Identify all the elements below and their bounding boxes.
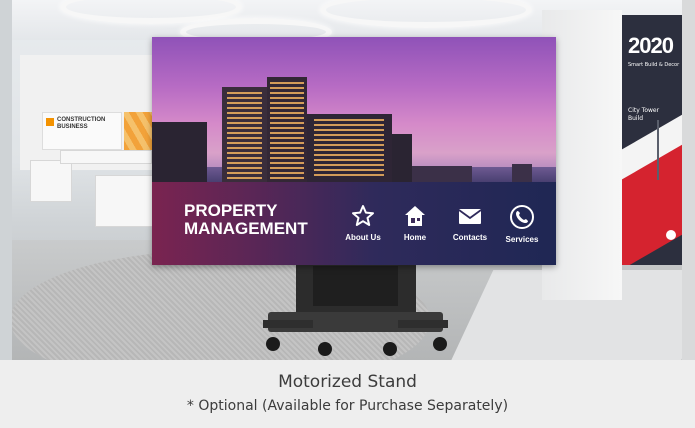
banner-city-line2: Build xyxy=(628,115,644,122)
building-windows xyxy=(227,92,262,180)
caption-subtitle: * Optional (Available for Purchase Separ… xyxy=(186,398,509,414)
desk xyxy=(60,150,152,164)
nav-label: Home xyxy=(403,233,427,242)
nav-item-services[interactable]: Services xyxy=(494,204,550,244)
desk xyxy=(30,160,72,202)
building xyxy=(412,166,472,182)
headline: PROPERTY MANAGEMENT xyxy=(184,202,308,238)
store-sign-text: CONSTRUCTION BUSINESS xyxy=(57,117,105,131)
house-icon xyxy=(405,206,425,226)
banner-city: City Tower Build xyxy=(628,107,678,123)
showroom-scene: CONSTRUCTION BUSINESS 2020 Smart Build &… xyxy=(0,0,695,360)
banner-city-line1: City Tower xyxy=(628,107,660,114)
stand-leg xyxy=(398,320,448,328)
store-sign-line1: CONSTRUCTION xyxy=(57,117,106,123)
motorized-stand xyxy=(263,262,448,357)
phone-icon xyxy=(510,205,534,229)
hexagon-wall-decor xyxy=(124,112,154,152)
banner-subtitle: Smart Build & Decor xyxy=(628,62,680,68)
building xyxy=(152,122,207,182)
headline-line2: MANAGEMENT xyxy=(184,219,308,238)
navigation-panel: PROPERTY MANAGEMENT About Us Home Contac… xyxy=(152,182,556,265)
nav-label: Services xyxy=(505,235,539,244)
caption-title: Motorized Stand xyxy=(278,372,417,392)
caster-wheel xyxy=(433,337,447,351)
city-skyline xyxy=(152,37,556,182)
store-sign: CONSTRUCTION BUSINESS xyxy=(42,112,122,150)
building-windows xyxy=(314,119,384,179)
brand-logo xyxy=(46,118,54,126)
headline-line1: PROPERTY xyxy=(184,201,278,220)
star-icon xyxy=(352,205,374,226)
caster-wheel xyxy=(318,342,332,356)
left-pillar xyxy=(0,0,12,360)
nav-item-about-us[interactable]: About Us xyxy=(335,204,391,242)
caption-area: Motorized Stand * Optional (Available fo… xyxy=(0,360,695,428)
nav-item-home[interactable]: Home xyxy=(387,204,443,242)
building xyxy=(512,164,532,182)
tower-illustration xyxy=(657,120,659,180)
right-wall xyxy=(682,0,695,360)
banner-logo xyxy=(666,230,676,240)
nav-label: About Us xyxy=(345,233,381,242)
banner-year: 2020 xyxy=(628,33,674,58)
stand-column-panel xyxy=(313,266,398,306)
store-sign-line2: BUSINESS xyxy=(57,124,88,130)
desk xyxy=(95,175,157,227)
display-screen: PROPERTY MANAGEMENT About Us Home Contac… xyxy=(152,37,556,265)
building-windows xyxy=(270,82,304,180)
nav-item-contacts[interactable]: Contacts xyxy=(442,204,498,242)
caster-wheel xyxy=(266,337,280,351)
envelope-icon xyxy=(458,209,482,224)
building xyxy=(392,134,412,182)
stand-leg xyxy=(263,320,313,328)
caster-wheel xyxy=(383,342,397,356)
nav-label: Contacts xyxy=(452,233,488,242)
event-banner: 2020 Smart Build & Decor City Tower Buil… xyxy=(622,15,682,265)
